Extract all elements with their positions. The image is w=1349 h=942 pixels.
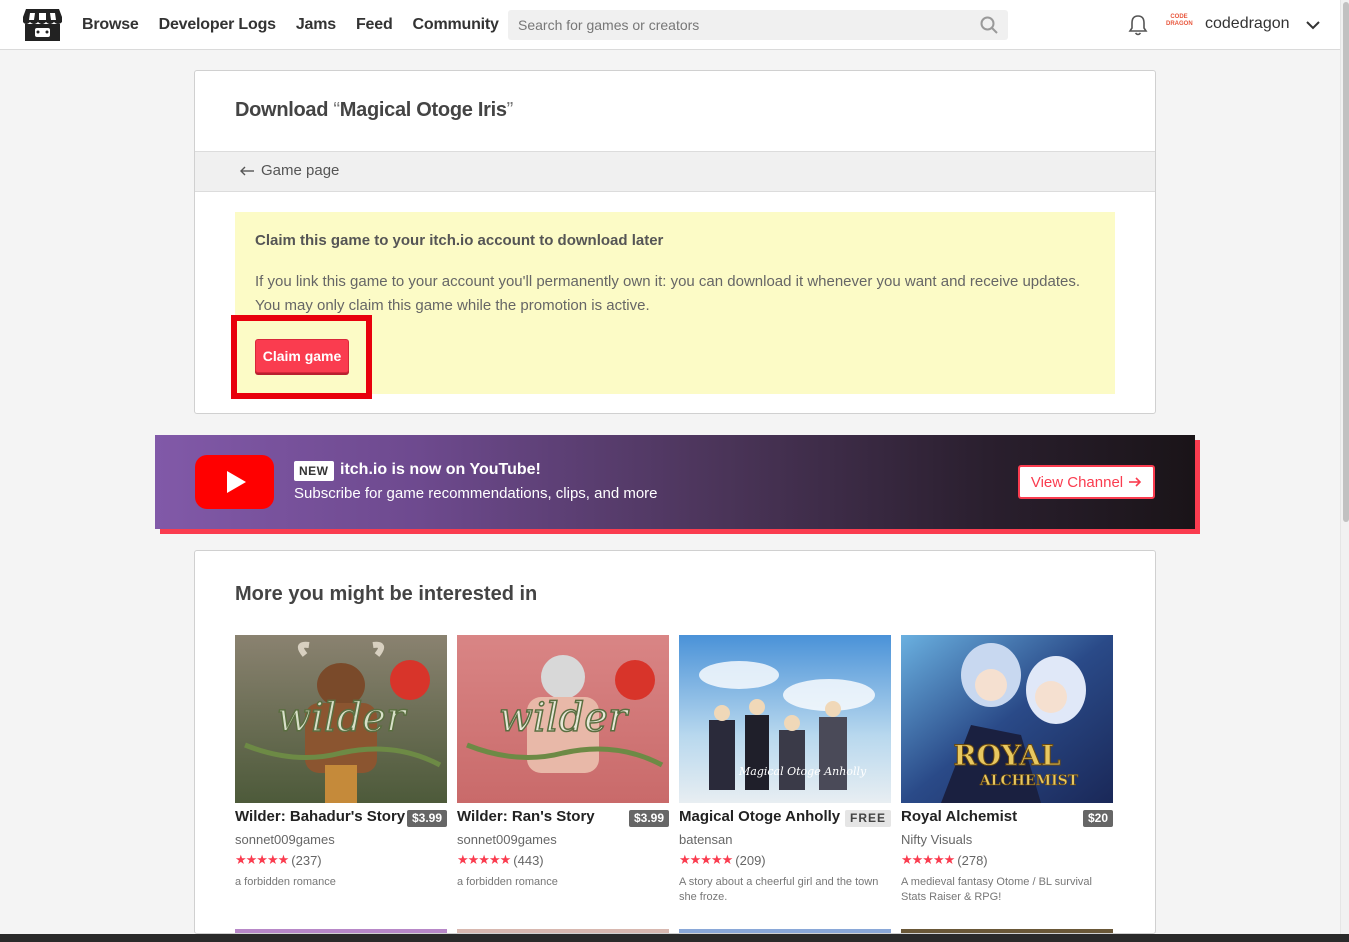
- game-rating: ★★★★★ (443): [457, 852, 544, 868]
- game-card[interactable]: ROYAL ALCHEMIST Royal Alchemist $20 Nift…: [901, 635, 1113, 903]
- avatar[interactable]: CODE DRAGON: [1166, 14, 1193, 34]
- game-title[interactable]: Magical Otoge Anholly: [679, 808, 840, 825]
- recommendations-panel: More you might be interested in wilder W…: [194, 550, 1156, 934]
- svg-text:Magical Otoge Anholly: Magical Otoge Anholly: [738, 765, 867, 778]
- nav-jams[interactable]: Jams: [296, 16, 336, 34]
- game-author[interactable]: batensan: [679, 832, 733, 847]
- youtube-headline: itch.io is now on YouTube!: [340, 461, 541, 478]
- rating-count: (443): [513, 852, 544, 868]
- game-title[interactable]: Wilder: Ran's Story: [457, 808, 595, 825]
- game-card[interactable]: wilder Wilder: Bahadur's Story $3.99 son…: [235, 635, 447, 888]
- nav-feed[interactable]: Feed: [356, 16, 393, 34]
- new-badge: NEW: [294, 461, 334, 481]
- rating-stars: ★★★★★: [901, 852, 955, 867]
- page-scrollbar[interactable]: [1340, 0, 1349, 934]
- view-channel-button[interactable]: View Channel: [1018, 465, 1155, 499]
- search-icon[interactable]: [980, 16, 998, 34]
- rating-stars: ★★★★★: [457, 852, 511, 867]
- game-title[interactable]: Royal Alchemist: [901, 808, 1017, 825]
- svg-text:ALCHEMIST: ALCHEMIST: [979, 773, 1079, 789]
- game-thumbnail[interactable]: ROYAL ALCHEMIST: [901, 635, 1113, 803]
- game-subnav: Game page: [195, 151, 1155, 192]
- youtube-banner: NEW itch.io is now on YouTube! Subscribe…: [155, 435, 1195, 529]
- svg-text:wilder: wilder: [499, 695, 630, 741]
- game-page-link[interactable]: Game page: [239, 162, 339, 179]
- game-title[interactable]: Wilder: Bahadur's Story: [235, 808, 405, 825]
- nav-developer-logs[interactable]: Developer Logs: [159, 16, 276, 34]
- price-badge: $20: [1082, 810, 1113, 827]
- game-author[interactable]: sonnet009games: [235, 832, 335, 847]
- title-prefix: Download: [235, 99, 334, 121]
- notifications-bell-icon[interactable]: [1128, 14, 1148, 36]
- game-description: A medieval fantasy Otome / BL survival S…: [901, 876, 1092, 903]
- game-thumbnail[interactable]: Magical Otoge Anholly: [679, 635, 891, 803]
- username[interactable]: codedragon: [1205, 15, 1290, 33]
- game-rating: ★★★★★ (278): [901, 852, 988, 868]
- price-badge: $3.99: [628, 810, 669, 827]
- main-nav: Browse Developer Logs Jams Feed Communit…: [82, 0, 499, 50]
- svg-text:ROYAL: ROYAL: [953, 739, 1061, 772]
- top-header: Browse Developer Logs Jams Feed Communit…: [0, 0, 1340, 50]
- price-badge: FREE: [844, 810, 891, 827]
- rating-stars: ★★★★★: [679, 852, 733, 867]
- game-author[interactable]: sonnet009games: [457, 832, 557, 847]
- download-panel: Download “Magical Otoge Iris” Game page …: [194, 70, 1156, 414]
- recommendations-title: More you might be interested in: [235, 583, 538, 605]
- arrow-right-icon: [1129, 477, 1142, 487]
- nav-browse[interactable]: Browse: [82, 16, 139, 34]
- itchio-logo[interactable]: [22, 7, 63, 43]
- view-channel-label: View Channel: [1030, 473, 1124, 491]
- rating-count: (237): [291, 852, 322, 868]
- youtube-subtitle: Subscribe for game recommendations, clip…: [294, 485, 658, 502]
- youtube-play-icon[interactable]: [195, 455, 274, 509]
- claim-text: If you link this game to your account yo…: [255, 273, 1080, 314]
- game-author[interactable]: Nifty Visuals: [901, 832, 972, 847]
- rating-count: (209): [735, 852, 766, 868]
- bottom-bar: [0, 934, 1349, 942]
- rating-stars: ★★★★★: [235, 852, 289, 867]
- svg-text:wilder: wilder: [277, 695, 408, 741]
- game-thumbnail[interactable]: wilder: [457, 635, 669, 803]
- game-page-link-label: Game page: [261, 162, 340, 179]
- chevron-down-icon[interactable]: [1305, 17, 1321, 33]
- game-card[interactable]: wilder Wilder: Ran's Story $3.99 sonnet0…: [457, 635, 669, 888]
- game-name: Magical Otoge Iris: [339, 99, 507, 121]
- game-thumbnail[interactable]: wilder: [235, 635, 447, 803]
- game-description: a forbidden romance: [235, 876, 336, 888]
- game-card[interactable]: Magical Otoge Anholly Magical Otoge Anho…: [679, 635, 891, 903]
- game-rating: ★★★★★ (237): [235, 852, 322, 868]
- search-input[interactable]: [508, 10, 968, 40]
- game-rating: ★★★★★ (209): [679, 852, 766, 868]
- page-title: Download “Magical Otoge Iris”: [235, 99, 513, 122]
- price-badge: $3.99: [406, 810, 447, 827]
- search-bar: [508, 10, 1008, 40]
- nav-community[interactable]: Community: [413, 16, 499, 34]
- game-description: a forbidden romance: [457, 876, 558, 888]
- claim-title: Claim this game to your itch.io account …: [255, 232, 664, 249]
- rating-count: (278): [957, 852, 988, 868]
- game-description: A story about a cheerful girl and the to…: [679, 876, 879, 903]
- arrow-left-icon: [240, 166, 254, 175]
- claim-game-button[interactable]: Claim game: [255, 339, 349, 373]
- close-quote: ”: [506, 99, 514, 121]
- scrollbar-thumb[interactable]: [1343, 2, 1349, 522]
